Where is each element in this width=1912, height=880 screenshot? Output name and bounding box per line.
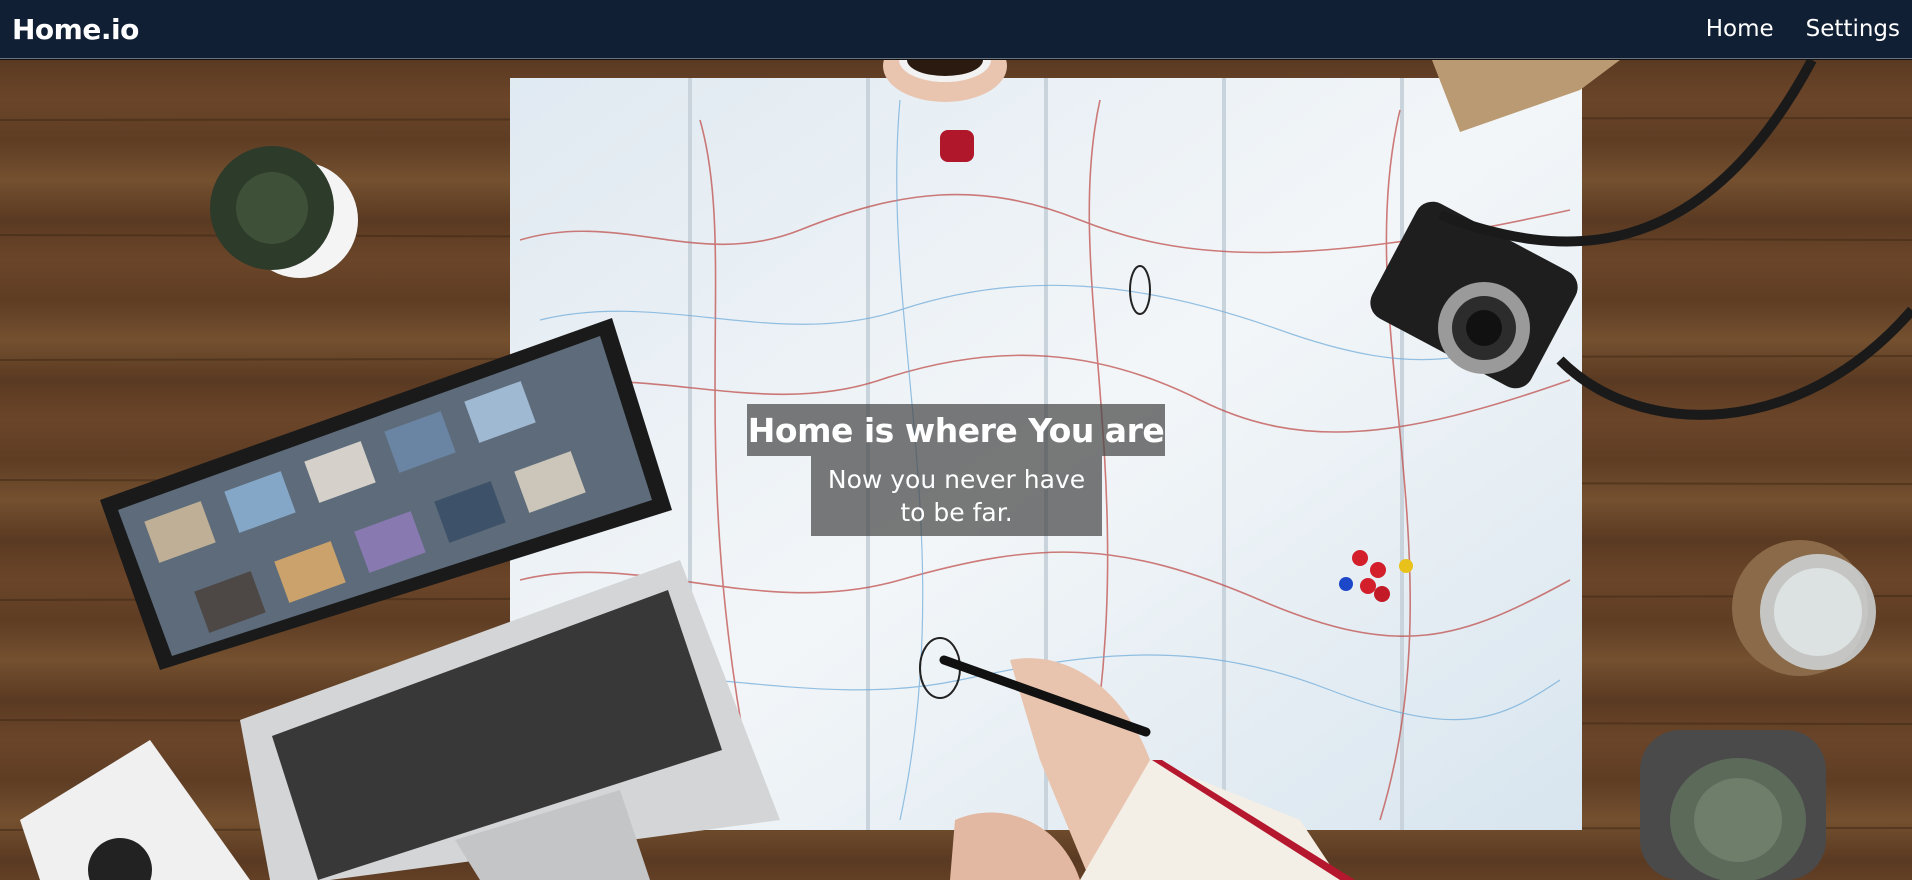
hero-subtitle-box: Now you never have to be far. bbox=[811, 456, 1102, 536]
nav-link-settings[interactable]: Settings bbox=[1806, 16, 1900, 42]
brand-logo[interactable]: Home.io bbox=[12, 13, 139, 46]
plant-shape bbox=[210, 146, 358, 278]
hero-subtitle: Now you never have to be far. bbox=[827, 465, 1086, 527]
top-navbar: Home.io Home Settings bbox=[0, 0, 1912, 59]
nav-links: Home Settings bbox=[1706, 16, 1900, 42]
nav-link-home[interactable]: Home bbox=[1706, 16, 1774, 42]
glass-shape bbox=[1732, 540, 1876, 676]
cactus-shape bbox=[1640, 730, 1826, 880]
hero-section: Home is where You are Now you never have… bbox=[0, 60, 1912, 880]
hero-title: Home is where You are bbox=[747, 410, 1165, 450]
white-camera-shape bbox=[20, 740, 250, 880]
hero-title-box: Home is where You are bbox=[747, 404, 1165, 456]
